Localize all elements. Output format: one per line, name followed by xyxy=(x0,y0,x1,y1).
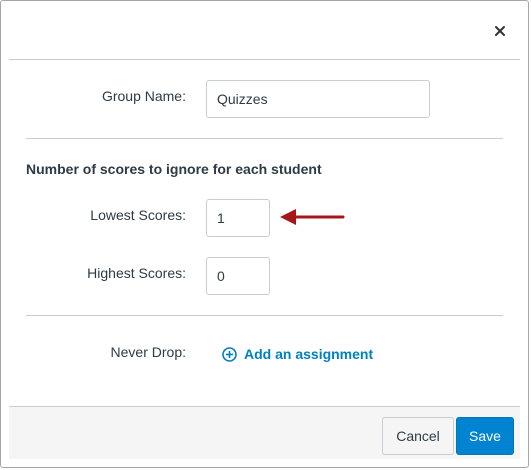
divider xyxy=(26,138,503,139)
lowest-scores-input[interactable] xyxy=(206,199,270,237)
dialog-footer: Cancel Save xyxy=(9,406,520,459)
never-drop-label: Never Drop: xyxy=(110,344,186,360)
edit-group-dialog: Group Name: Number of scores to ignore f… xyxy=(0,0,529,468)
arrow-left-icon xyxy=(280,209,345,225)
highest-scores-label: Highest Scores: xyxy=(87,265,186,281)
section-title: Number of scores to ignore for each stud… xyxy=(26,161,322,177)
dialog-body: Group Name: Number of scores to ignore f… xyxy=(9,60,520,407)
save-button[interactable]: Save xyxy=(456,417,514,455)
group-name-input[interactable] xyxy=(206,80,430,118)
lowest-scores-label: Lowest Scores: xyxy=(90,207,186,223)
plus-circle-icon xyxy=(222,346,237,362)
close-icon xyxy=(495,26,505,36)
divider xyxy=(26,315,503,316)
close-button[interactable] xyxy=(490,21,510,41)
dialog-header xyxy=(9,9,520,60)
group-name-label: Group Name: xyxy=(101,88,186,104)
add-assignment-link[interactable]: Add an assignment xyxy=(222,346,373,362)
add-assignment-label: Add an assignment xyxy=(244,346,374,362)
highest-scores-input[interactable] xyxy=(206,257,270,295)
cancel-button[interactable]: Cancel xyxy=(382,417,454,455)
